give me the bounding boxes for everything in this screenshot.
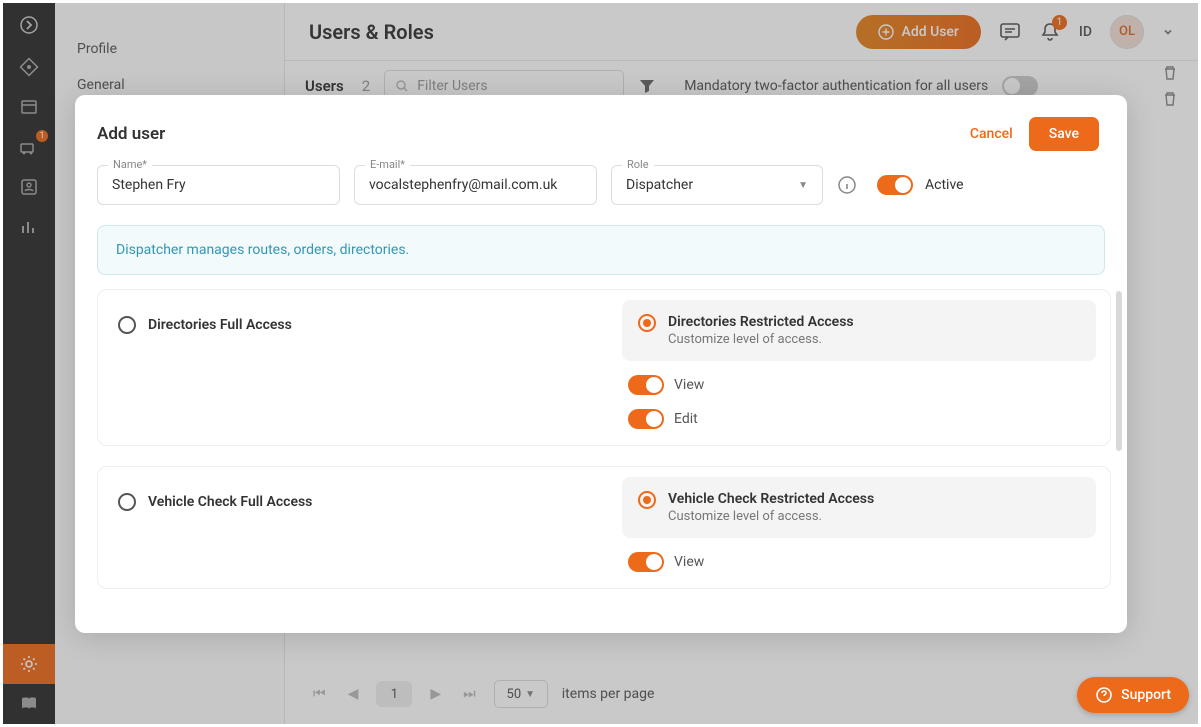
perm-view-switch[interactable]	[628, 552, 664, 572]
perm-view-label: View	[674, 554, 704, 570]
name-field[interactable]: Name*	[97, 165, 340, 205]
radio-selected-icon	[638, 491, 656, 509]
perm-full-option[interactable]: Vehicle Check Full Access	[118, 493, 592, 511]
permission-card: Directories Full Access Directories Rest…	[97, 289, 1111, 446]
perm-edit-label: Edit	[674, 411, 698, 427]
perm-restricted-option[interactable]: Vehicle Check Restricted Access Customiz…	[622, 477, 1096, 538]
save-button[interactable]: Save	[1029, 117, 1099, 151]
perm-edit-switch[interactable]	[628, 409, 664, 429]
name-input[interactable]	[112, 177, 325, 193]
support-label: Support	[1121, 687, 1171, 703]
cancel-button[interactable]: Cancel	[954, 118, 1029, 150]
role-value: Dispatcher	[626, 177, 798, 193]
perm-full-label: Directories Full Access	[148, 317, 292, 333]
role-label: Role	[622, 158, 654, 171]
add-user-modal: Add user Cancel Save Name* E-mail* Role …	[75, 95, 1127, 633]
perm-restricted-label: Vehicle Check Restricted Access	[668, 491, 874, 507]
radio-selected-icon	[638, 314, 656, 332]
modal-title: Add user	[97, 124, 165, 144]
perm-view-label: View	[674, 377, 704, 393]
permission-card: Vehicle Check Full Access Vehicle Check …	[97, 466, 1111, 589]
email-field[interactable]: E-mail*	[354, 165, 597, 205]
role-description: Dispatcher manages routes, orders, direc…	[97, 225, 1105, 275]
perm-restricted-sub: Customize level of access.	[668, 509, 874, 524]
perm-full-option[interactable]: Directories Full Access	[118, 316, 592, 334]
support-icon	[1095, 686, 1113, 704]
radio-unselected-icon	[118, 316, 136, 334]
permissions-scroll[interactable]: Directories Full Access Directories Rest…	[75, 289, 1127, 609]
active-switch[interactable]	[877, 175, 913, 195]
active-label: Active	[925, 177, 964, 193]
support-button[interactable]: Support	[1077, 677, 1189, 713]
role-select[interactable]: Role Dispatcher ▼	[611, 165, 823, 205]
radio-unselected-icon	[118, 493, 136, 511]
name-label: Name*	[108, 158, 152, 171]
perm-restricted-sub: Customize level of access.	[668, 332, 854, 347]
scrollbar-thumb[interactable]	[1116, 291, 1122, 451]
perm-view-switch[interactable]	[628, 375, 664, 395]
email-input[interactable]	[369, 177, 582, 193]
email-label: E-mail*	[365, 158, 410, 171]
perm-full-label: Vehicle Check Full Access	[148, 494, 312, 510]
perm-restricted-label: Directories Restricted Access	[668, 314, 854, 330]
dropdown-caret-icon: ▼	[798, 180, 808, 191]
info-icon[interactable]	[837, 175, 857, 195]
perm-restricted-option[interactable]: Directories Restricted Access Customize …	[622, 300, 1096, 361]
